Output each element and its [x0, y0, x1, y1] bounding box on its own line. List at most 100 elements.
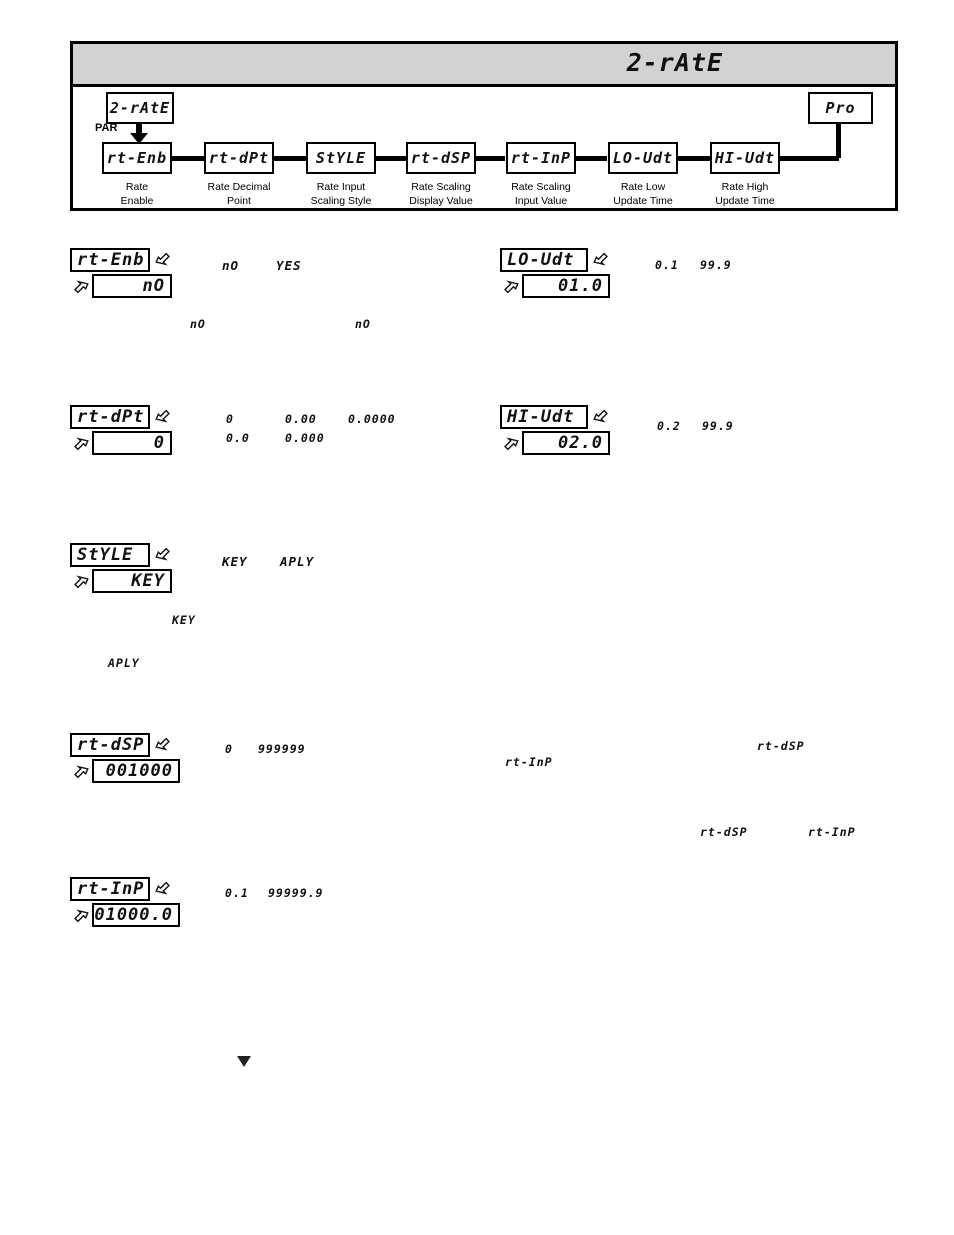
flow-caption-rt-inp: Rate Scaling Input Value	[511, 181, 571, 207]
param-value-box-rt-inp: 01000.0	[92, 903, 180, 927]
option-rt-dpt-4: 0.0000	[348, 412, 396, 426]
flowchart-header-bar	[73, 44, 895, 87]
body-ref-rt-enb-1: nO	[190, 317, 206, 331]
param-name-box-rt-dpt: rt-dPt	[70, 405, 150, 429]
flow-exit-label: Pro	[825, 98, 856, 117]
option-rt-dpt-0: 0	[226, 412, 234, 426]
range-min-lo-udt: 0.1	[655, 258, 679, 272]
enter-arrow-icon	[70, 276, 90, 296]
flow-step-label: HI-Udt	[714, 148, 776, 167]
body-ref-style-aply: APLY	[108, 656, 140, 670]
scroll-up-arrow-icon	[154, 407, 174, 427]
enter-arrow-icon	[500, 433, 520, 453]
page-title: 2-rAtE	[626, 48, 723, 77]
flow-step-lo-udt: LO-Udt	[608, 142, 678, 174]
body-ref-style-key: KEY	[172, 613, 196, 627]
flow-connector	[272, 156, 306, 161]
range-max-rt-dsp: 999999	[258, 742, 306, 756]
option-style-key: KEY	[222, 554, 248, 569]
flow-connector	[374, 156, 407, 161]
range-max-lo-udt: 99.9	[700, 258, 732, 272]
enter-arrow-icon	[70, 571, 90, 591]
scroll-up-arrow-icon	[154, 879, 174, 899]
param-value-box-rt-enb: nO	[92, 274, 172, 298]
range-min-rt-dsp: 0	[225, 742, 233, 756]
param-name-label: StYLE	[77, 544, 134, 565]
param-name-box-rt-enb: rt-Enb	[70, 248, 150, 272]
flow-step-label: rt-dPt	[208, 148, 270, 167]
param-value: 01.0	[558, 275, 603, 296]
param-value: KEY	[131, 570, 165, 591]
scroll-up-arrow-icon	[154, 735, 174, 755]
inline-ref-rt-inp-b: rt-InP	[808, 825, 856, 839]
flow-caption-style: Rate Input Scaling Style	[310, 181, 372, 207]
flow-connector	[676, 156, 710, 161]
option-rt-dpt-2: 0.00	[285, 412, 317, 426]
param-name-label: rt-InP	[77, 878, 145, 899]
flow-step-rt-inp: rt-InP	[506, 142, 576, 174]
enter-arrow-icon	[70, 761, 90, 781]
range-max-rt-inp: 99999.9	[268, 886, 324, 900]
param-name-box-style: StYLE	[70, 543, 150, 567]
flow-caption-rt-dpt: Rate Decimal Point	[207, 181, 271, 207]
option-rt-enb-no: nO	[222, 258, 240, 273]
option-style-aply: APLY	[280, 554, 315, 569]
option-rt-dpt-3: 0.000	[285, 431, 325, 445]
param-name-label: rt-Enb	[77, 249, 145, 270]
enter-arrow-icon	[70, 433, 90, 453]
scroll-up-arrow-icon	[592, 250, 612, 270]
param-value: 001000	[105, 760, 173, 781]
param-value-box-hi-udt: 02.0	[522, 431, 610, 455]
flow-connector	[475, 156, 505, 161]
flow-step-rt-dpt: rt-dPt	[204, 142, 274, 174]
param-name-label: HI-Udt	[507, 406, 575, 427]
flow-return-riser	[836, 122, 841, 158]
param-value: 01000.0	[94, 904, 173, 925]
flow-step-hi-udt: HI-Udt	[710, 142, 780, 174]
param-name-box-rt-dsp: rt-dSP	[70, 733, 150, 757]
param-name-box-rt-inp: rt-InP	[70, 877, 150, 901]
param-value: 02.0	[558, 432, 603, 453]
param-value-box-rt-dsp: 001000	[92, 759, 180, 783]
enter-arrow-icon	[500, 276, 520, 296]
flow-entry-box: 2-rAtE	[106, 92, 174, 124]
flow-step-label: StYLE	[315, 148, 367, 167]
flow-step-label: rt-InP	[510, 148, 572, 167]
option-rt-enb-yes: YES	[276, 258, 302, 273]
flow-connector	[574, 156, 607, 161]
enter-arrow-icon	[70, 905, 90, 925]
inline-ref-rt-inp-a: rt-InP	[505, 755, 553, 769]
flow-step-label: rt-dSP	[410, 148, 472, 167]
param-value-box-lo-udt: 01.0	[522, 274, 610, 298]
param-value-box-rt-dpt: 0	[92, 431, 172, 455]
param-name-box-lo-udt: LO-Udt	[500, 248, 588, 272]
param-value: nO	[142, 275, 165, 296]
param-name-label: LO-Udt	[507, 249, 575, 270]
flow-entry-label: 2-rAtE	[109, 98, 171, 117]
param-name-box-hi-udt: HI-Udt	[500, 405, 588, 429]
param-value: 0	[153, 432, 165, 453]
flow-step-rt-dsp: rt-dSP	[406, 142, 476, 174]
param-name-label: rt-dSP	[77, 734, 145, 755]
flow-caption-rt-dsp: Rate Scaling Display Value	[409, 181, 473, 207]
flow-connector	[778, 156, 839, 161]
flow-step-rt-enb: rt-Enb	[102, 142, 172, 174]
flow-caption-hi-udt: Rate High Update Time	[715, 181, 775, 207]
flow-step-label: LO-Udt	[612, 148, 674, 167]
range-min-hi-udt: 0.2	[657, 419, 681, 433]
flow-step-style: StYLE	[306, 142, 376, 174]
option-rt-dpt-1: 0.0	[226, 431, 250, 445]
flow-step-label: rt-Enb	[106, 148, 168, 167]
flow-caption-rt-enb: Rate Enable	[120, 181, 154, 207]
scroll-up-arrow-icon	[592, 407, 612, 427]
flow-exit-box: Pro	[808, 92, 873, 124]
scroll-up-arrow-icon	[154, 545, 174, 565]
inline-ref-rt-dsp-a: rt-dSP	[757, 739, 805, 753]
range-min-rt-inp: 0.1	[225, 886, 249, 900]
inline-ref-rt-dsp-b: rt-dSP	[700, 825, 748, 839]
range-max-hi-udt: 99.9	[702, 419, 734, 433]
flow-caption-lo-udt: Rate Low Update Time	[613, 181, 673, 207]
param-name-label: rt-dPt	[77, 406, 145, 427]
scroll-up-arrow-icon	[154, 250, 174, 270]
param-value-box-style: KEY	[92, 569, 172, 593]
